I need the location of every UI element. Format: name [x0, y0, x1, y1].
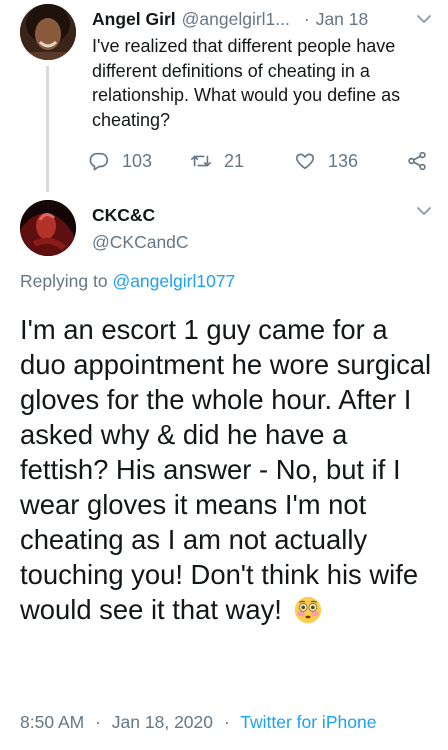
tweet-source-link[interactable]: Twitter for iPhone: [240, 712, 376, 732]
tweet-time[interactable]: 8:50 AM: [20, 712, 84, 732]
separator-dot: ·: [95, 712, 101, 732]
tweet-header: Angel Girl @angelgirl1... · Jan 18: [92, 6, 434, 32]
avatar[interactable]: [20, 4, 76, 60]
avatar-image: [20, 4, 76, 60]
thread-line: [46, 66, 49, 192]
reply-mention-link[interactable]: @angelgirl1077: [112, 271, 235, 291]
retweet-icon: [191, 155, 211, 167]
reply-icon: [89, 152, 109, 171]
like-button[interactable]: 136: [294, 146, 358, 176]
like-icon: [295, 153, 315, 170]
avatar-image: [20, 200, 76, 256]
like-count: 136: [328, 150, 359, 171]
chevron-down-icon[interactable]: [416, 206, 432, 216]
tweet-body: I'm an escort 1 guy came for a duo appoi…: [20, 314, 432, 625]
tweet-date[interactable]: Jan 18, 2020: [112, 712, 213, 732]
tweet-actions: 103 21 136: [88, 146, 438, 176]
avatar[interactable]: [20, 200, 76, 256]
display-name[interactable]: CKC&C: [92, 205, 155, 226]
separator-dot: ·: [303, 8, 310, 29]
tweet-text: I'm an escort 1 guy came for a duo appoi…: [20, 312, 440, 627]
share-icon: [408, 151, 426, 171]
parent-tweet[interactable]: Angel Girl @angelgirl1... · Jan 18 I've …: [0, 0, 448, 196]
replying-to: Replying to @angelgirl1077: [20, 271, 235, 292]
tweet-date[interactable]: Jan 18: [316, 9, 369, 30]
share-button[interactable]: [406, 146, 440, 176]
handle[interactable]: @angelgirl1...: [182, 9, 290, 30]
reply-button[interactable]: 103: [88, 146, 152, 176]
separator-dot: ·: [223, 712, 230, 732]
flushed-face-emoji: [294, 596, 321, 624]
tweet-metadata: 8:50 AM · Jan 18, 2020 · Twitter for iPh…: [20, 712, 376, 733]
reply-count: 103: [122, 150, 153, 171]
chevron-down-icon[interactable]: [416, 14, 432, 24]
handle[interactable]: @CKCandC: [92, 232, 189, 253]
tweet-text: I've realized that different people have…: [92, 36, 401, 130]
retweet-count: 21: [224, 150, 245, 171]
tweet-thread: Angel Girl @angelgirl1... · Jan 18 I've …: [0, 0, 448, 750]
display-name[interactable]: Angel Girl: [92, 9, 176, 30]
replying-prefix: Replying to: [20, 271, 108, 291]
retweet-button[interactable]: 21: [190, 146, 244, 176]
